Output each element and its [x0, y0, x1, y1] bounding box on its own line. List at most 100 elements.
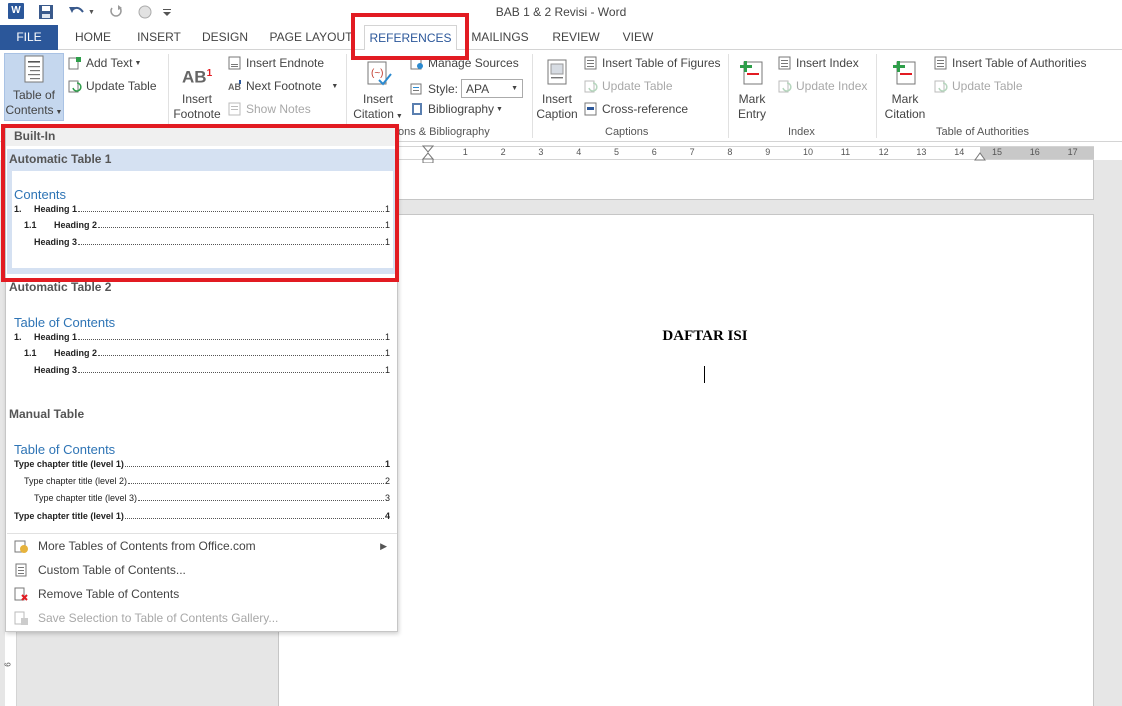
row-num: 1.1	[24, 220, 37, 230]
insert-citation-button[interactable]: (~) Insert Citation ▼	[350, 58, 406, 124]
row-page: 1	[384, 332, 390, 342]
more-tables-of-contents-menu-item[interactable]: More Tables of Contents from Office.com …	[6, 535, 397, 557]
gallery-item-automatic-table-2[interactable]: Automatic Table 2	[9, 280, 111, 294]
insert-table-of-figures-button[interactable]: Insert Table of Figures	[584, 56, 721, 70]
remove-toc-icon	[14, 587, 28, 601]
row-page: 1	[384, 204, 390, 214]
insert-footnote-button[interactable]: AB1 Insert Footnote	[170, 58, 224, 122]
insert-citation-line2: Citation	[353, 107, 394, 121]
manage-sources-label: Manage Sources	[428, 56, 519, 70]
update-table-authorities-button[interactable]: Update Table	[934, 79, 1023, 93]
citations-group-label: ons & Bibliography	[398, 126, 490, 138]
row-page: 3	[384, 493, 390, 503]
update-table-icon	[584, 80, 598, 93]
tab-review[interactable]: REVIEW	[548, 25, 604, 50]
ruler-tick-label: 13	[916, 147, 927, 157]
update-index-icon	[778, 80, 792, 93]
tab-page-layout[interactable]: PAGE LAYOUT	[266, 25, 356, 50]
remove-table-of-contents-menu-item[interactable]: Remove Table of Contents	[6, 583, 397, 605]
custom-toc-icon	[15, 563, 27, 577]
authorities-group-label: Table of Authorities	[936, 126, 1029, 138]
tab-insert[interactable]: INSERT	[130, 25, 188, 50]
ruler-tick-label: 11	[840, 147, 851, 157]
mark-entry-button[interactable]: Mark Entry	[730, 58, 774, 122]
update-table-captions-button[interactable]: Update Table	[584, 79, 673, 93]
document-heading: DAFTAR ISI	[662, 328, 748, 344]
insert-index-button[interactable]: Insert Index	[778, 56, 859, 70]
preview-row: 1. Heading 1 1	[14, 204, 390, 214]
toc-label-line1: Table of	[12, 88, 56, 102]
tab-mailings[interactable]: MAILINGS	[466, 25, 534, 50]
row-leader	[98, 355, 384, 356]
toc-label-line2: Contents	[5, 103, 54, 117]
ruler-tick-label: 5	[614, 147, 620, 157]
manage-sources-button[interactable]: Manage Sources	[410, 56, 519, 70]
insert-caption-icon	[542, 58, 572, 90]
style-icon	[410, 83, 422, 94]
tab-home[interactable]: HOME	[64, 25, 122, 50]
tab-references[interactable]: REFERENCES	[364, 25, 457, 51]
row-page: 1	[384, 237, 390, 247]
row-leader	[78, 211, 384, 212]
row-label: Type chapter title (level 1)	[14, 459, 124, 469]
save-selection-to-gallery-menu-item[interactable]: Save Selection to Table of Contents Gall…	[6, 607, 397, 629]
row-leader	[78, 244, 384, 245]
tab-file[interactable]: FILE	[0, 25, 58, 50]
bibliography-button[interactable]: Bibliography ▼	[410, 102, 503, 116]
update-index-label: Update Index	[796, 79, 868, 93]
mark-citation-line2: Citation	[884, 107, 926, 121]
caret-down-icon: ▼	[55, 109, 63, 116]
row-label: Heading 1	[34, 332, 78, 342]
row-page: 2	[384, 476, 390, 486]
ruler-tick-label: 3	[538, 147, 544, 157]
title-bar: W ▼ BAB 1 & 2 Revisi - Word	[0, 0, 1122, 25]
preview-row: Type chapter title (level 3) 3	[14, 493, 390, 503]
show-notes-button[interactable]: Show Notes	[228, 102, 311, 116]
gallery-item-manual-table[interactable]: Manual Table	[9, 407, 84, 421]
next-footnote-button[interactable]: AB Next Footnote ▼	[228, 79, 338, 93]
tab-view[interactable]: VIEW	[616, 25, 660, 50]
ruler-tick-label: 15	[992, 147, 1003, 157]
bibliography-icon	[412, 103, 422, 115]
tab-design[interactable]: DESIGN	[196, 25, 254, 50]
row-leader	[78, 372, 384, 373]
cross-reference-button[interactable]: Cross-reference	[584, 102, 688, 116]
row-label: Heading 3	[34, 237, 78, 247]
row-leader	[124, 518, 384, 519]
row-leader	[78, 339, 384, 340]
ruler-tick-label: 12	[878, 147, 889, 157]
ruler-tick-label: 17	[1067, 147, 1078, 157]
add-text-button[interactable]: Add Text ▼	[68, 56, 141, 70]
ruler-tick-label: 2	[500, 147, 506, 157]
show-notes-label: Show Notes	[246, 102, 311, 116]
current-page[interactable]	[278, 214, 1094, 706]
preview-title: Contents	[14, 187, 67, 202]
right-indent-marker-icon[interactable]	[974, 150, 986, 164]
insert-caption-button[interactable]: Insert Caption	[534, 58, 580, 122]
menu-item-label: Custom Table of Contents...	[38, 563, 186, 577]
cross-reference-icon	[584, 102, 597, 116]
index-group-label: Index	[788, 126, 815, 138]
custom-table-of-contents-menu-item[interactable]: Custom Table of Contents...	[6, 559, 397, 581]
insert-table-of-authorities-button[interactable]: Insert Table of Authorities	[934, 56, 1087, 70]
update-index-button[interactable]: Update Index	[778, 79, 867, 93]
style-dropdown[interactable]: APA ▼	[461, 79, 524, 98]
update-table-button[interactable]: Update Table	[68, 79, 157, 93]
preview-row: 1. Heading 1 1	[14, 332, 390, 342]
insert-citation-line2-wrap: Citation ▼	[350, 107, 406, 124]
mark-citation-button[interactable]: Mark Citation	[878, 58, 932, 122]
insert-endnote-button[interactable]: Insert Endnote	[228, 56, 324, 70]
indent-marker-icon[interactable]	[421, 145, 435, 166]
row-label: Type chapter title (level 1)	[14, 511, 124, 521]
row-label: Type chapter title (level 2)	[24, 476, 128, 486]
table-of-contents-button[interactable]: Table of Contents ▼	[4, 53, 64, 121]
group-separator	[876, 54, 877, 138]
menu-item-label: More Tables of Contents from Office.com	[38, 539, 256, 553]
row-page: 1	[384, 365, 390, 375]
preview-row: Type chapter title (level 1) 1	[14, 459, 390, 469]
preview-row: Type chapter title (level 1) 4	[14, 511, 390, 521]
insert-caption-line2: Caption	[536, 107, 578, 121]
gallery-item-preview[interactable]: Table of Contents Type chapter title (le…	[12, 427, 393, 527]
gallery-item-preview[interactable]: Table of Contents 1. Heading 1 1 1.1 Headin…	[12, 299, 393, 389]
horizontal-ruler[interactable]: 1 2 3 4 5 6 7 8 9 10 11 12 13 14 15 16 17	[398, 145, 1094, 164]
